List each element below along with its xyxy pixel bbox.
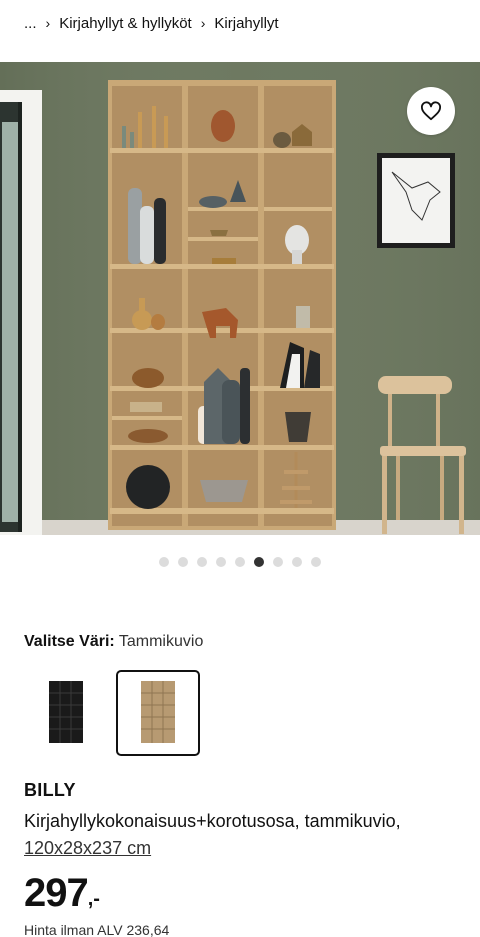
- product-photo-illustration: [0, 62, 480, 535]
- chevron-right-icon: ›: [45, 15, 51, 31]
- gallery-dot[interactable]: [235, 557, 245, 567]
- price-integer: 297: [24, 871, 89, 915]
- gallery-dot-active[interactable]: [254, 557, 264, 567]
- gallery-dot[interactable]: [178, 557, 188, 567]
- price: 297 ,-: [24, 872, 100, 914]
- breadcrumb: ... › Kirjahyllyt & hyllyköt › Kirjahyll…: [24, 12, 279, 34]
- price-without-vat: Hinta ilman ALV 236,64: [24, 922, 170, 937]
- color-swatches: [24, 670, 200, 756]
- breadcrumb-bookcases-shelves[interactable]: Kirjahyllyt & hyllyköt: [59, 15, 192, 32]
- gallery-dot[interactable]: [159, 557, 169, 567]
- swatch-black-brown[interactable]: [24, 670, 108, 756]
- gallery-dot[interactable]: [216, 557, 226, 567]
- color-picker-label: Valitse Väri: Tammikuvio: [24, 633, 203, 651]
- swatch-oak-effect[interactable]: [116, 670, 200, 756]
- color-label-title: Valitse Väri:: [24, 633, 115, 650]
- product-size-link[interactable]: 120x28x237 cm: [24, 838, 151, 858]
- bookcase-oak-thumbnail: [141, 681, 175, 743]
- heart-icon: [420, 101, 441, 121]
- chevron-right-icon: ›: [200, 15, 206, 31]
- gallery-pagination: [0, 557, 480, 567]
- selected-color-value: Tammikuvio: [118, 633, 204, 650]
- favourite-button[interactable]: [407, 87, 455, 135]
- product-description-text: Kirjahyllykokonaisuus+korotusosa, tammik…: [24, 811, 401, 831]
- gallery-dot[interactable]: [197, 557, 207, 567]
- bookcase-black-thumbnail: [49, 681, 83, 743]
- price-suffix: ,-: [87, 888, 100, 910]
- gallery-dot[interactable]: [292, 557, 302, 567]
- gallery-dot[interactable]: [311, 557, 321, 567]
- product-image[interactable]: [0, 62, 480, 535]
- product-description: Kirjahyllykokonaisuus+korotusosa, tammik…: [24, 808, 464, 862]
- breadcrumb-bookcases[interactable]: Kirjahyllyt: [214, 15, 278, 32]
- breadcrumb-ellipsis[interactable]: ...: [24, 15, 37, 32]
- product-name: BILLY: [24, 780, 76, 800]
- gallery-dot[interactable]: [273, 557, 283, 567]
